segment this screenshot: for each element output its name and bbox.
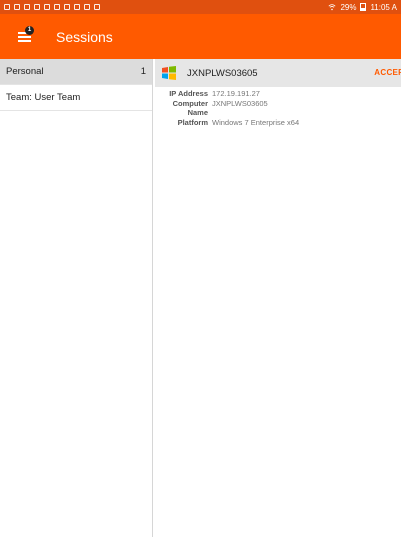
notification-icon bbox=[74, 4, 80, 10]
status-right: 29% 11:05 A bbox=[328, 3, 397, 12]
sidebar-item-count: 1 bbox=[140, 66, 146, 77]
clock: 11:05 A bbox=[370, 2, 397, 12]
accept-button[interactable]: ACCEPT bbox=[374, 59, 401, 87]
detail-value: 172.19.191.27 bbox=[212, 89, 260, 98]
notification-icons bbox=[4, 4, 100, 10]
detail-label: IP Address bbox=[169, 89, 208, 98]
notification-icon bbox=[14, 4, 20, 10]
notification-badge: 1 bbox=[25, 25, 34, 35]
sidebar: Personal 1 Team: User Team bbox=[0, 59, 153, 537]
detail-value: Windows 7 Enterprise x64 bbox=[212, 117, 300, 127]
detail-row-computer-name: Computer Name JXNPLWS03605 bbox=[155, 99, 401, 118]
windows-icon bbox=[162, 66, 176, 80]
sidebar-item-personal[interactable]: Personal 1 bbox=[0, 59, 152, 85]
session-details: IP Address 172.19.191.27 Computer Name J… bbox=[155, 87, 401, 127]
status-bar: 29% 11:05 A bbox=[0, 0, 401, 14]
session-row[interactable]: JXNPLWS03605 ACCEPT bbox=[155, 59, 401, 87]
app-bar: 1 Sessions bbox=[0, 14, 401, 59]
notification-icon bbox=[64, 4, 70, 10]
session-name: JXNPLWS03605 bbox=[187, 67, 258, 79]
notification-icon bbox=[54, 4, 60, 10]
detail-label: Platform bbox=[177, 117, 208, 127]
detail-value: JXNPLWS03605 bbox=[212, 98, 268, 108]
sidebar-item-team[interactable]: Team: User Team bbox=[0, 85, 152, 111]
detail-label: Computer Name bbox=[172, 98, 208, 118]
session-detail-pane: JXNPLWS03605 ACCEPT IP Address 172.19.19… bbox=[155, 59, 401, 537]
menu-icon-bar bbox=[18, 35, 31, 38]
sidebar-item-label: Team: User Team bbox=[6, 92, 81, 103]
menu-button[interactable]: 1 bbox=[18, 25, 36, 44]
battery-icon bbox=[360, 3, 367, 11]
notification-icon bbox=[4, 4, 10, 10]
page-title: Sessions bbox=[56, 28, 113, 45]
sidebar-item-label: Personal bbox=[6, 66, 44, 77]
battery-percent: 29% bbox=[340, 2, 357, 12]
notification-icon bbox=[84, 4, 90, 10]
notification-icon bbox=[94, 4, 100, 10]
notification-icon bbox=[34, 4, 40, 10]
menu-icon-bar bbox=[18, 39, 31, 42]
notification-icon bbox=[24, 4, 30, 10]
wifi-icon bbox=[328, 4, 336, 11]
detail-row-ip: IP Address 172.19.191.27 bbox=[155, 89, 401, 99]
detail-row-platform: Platform Windows 7 Enterprise x64 bbox=[155, 118, 401, 128]
notification-icon bbox=[44, 4, 50, 10]
